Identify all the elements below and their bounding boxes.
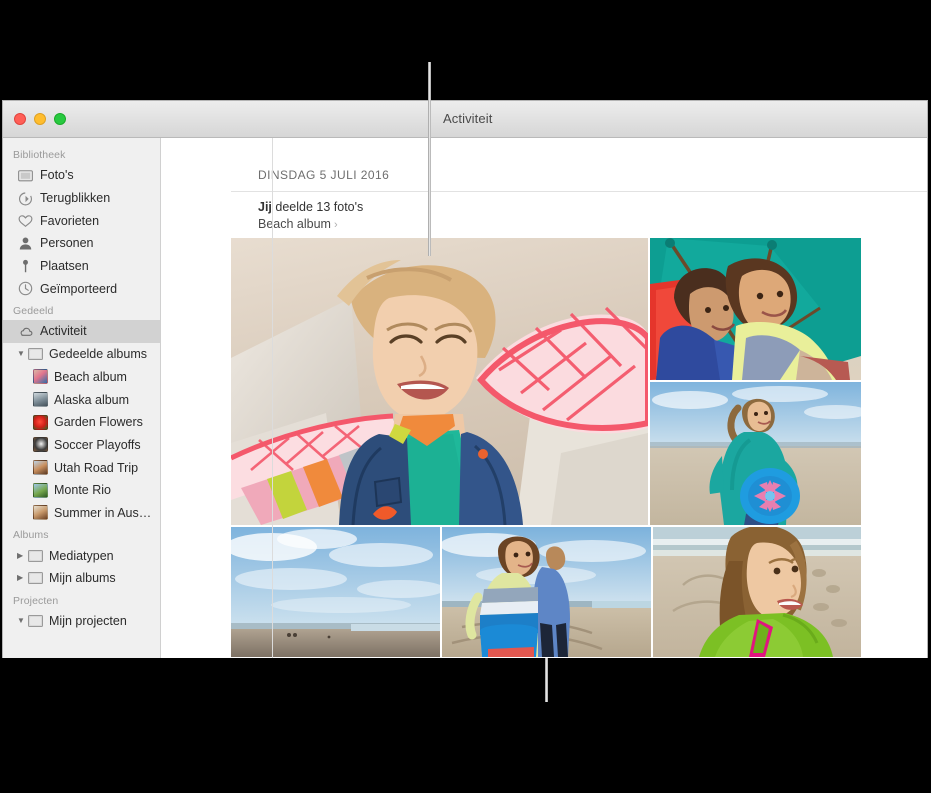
- album-thumbnail-icon: [33, 437, 48, 452]
- sidebar-item-label: Mijn albums: [49, 571, 116, 585]
- sidebar-item-monte-rio[interactable]: Monte Rio: [3, 479, 160, 502]
- sidebar-item-beach-album[interactable]: Beach album: [3, 366, 160, 389]
- sidebar-item-label: Geïmporteerd: [40, 282, 117, 296]
- sidebar-item-plaatsen[interactable]: Plaatsen: [3, 255, 160, 278]
- cloud-icon: [17, 323, 34, 340]
- photos-icon: [17, 167, 34, 184]
- sidebar-section-projecten: Projecten: [3, 590, 160, 610]
- photo-mother-and-son-under-kite[interactable]: [650, 238, 861, 380]
- sidebar-item-label: Summer in Aus…: [54, 506, 151, 520]
- sidebar-item-label: Favorieten: [40, 214, 99, 228]
- sidebar-item-personen[interactable]: Personen: [3, 232, 160, 255]
- sidebar-item-mijn-projecten[interactable]: ▼ Mijn projecten: [3, 610, 160, 633]
- album-thumbnail-icon: [33, 505, 48, 520]
- sidebar-item-utah-road-trip[interactable]: Utah Road Trip: [3, 456, 160, 479]
- screenshot-root: Activiteit Bibliotheek Foto's Terugblikk…: [0, 0, 931, 793]
- photo-grid: [231, 238, 861, 658]
- folder-icon: [28, 348, 43, 360]
- photo-empty-beach-with-clouds[interactable]: [231, 527, 440, 657]
- sidebar-item-terugblikken[interactable]: Terugblikken: [3, 187, 160, 210]
- pin-icon: [17, 258, 34, 275]
- content-vertical-divider: [272, 138, 273, 658]
- photo-girl-with-towel-on-beach[interactable]: [231, 238, 648, 525]
- sidebar[interactable]: Bibliotheek Foto's Terugblikken Favoriet…: [3, 138, 161, 658]
- sidebar-item-label: Gedeelde albums: [49, 347, 147, 361]
- callout-line-title: [428, 62, 431, 256]
- album-thumbnail-icon: [33, 369, 48, 384]
- album-link-label: Beach album: [258, 217, 331, 231]
- sidebar-item-mijn-albums[interactable]: ▶ Mijn albums: [3, 567, 160, 590]
- album-link[interactable]: Beach album›: [258, 217, 338, 231]
- minimize-button[interactable]: [34, 113, 46, 125]
- album-thumbnail-icon: [33, 392, 48, 407]
- sidebar-section-bibliotheek: Bibliotheek: [3, 144, 160, 164]
- sidebar-item-activiteit[interactable]: Activiteit: [3, 320, 160, 343]
- photo-girl-with-frisbee[interactable]: [650, 382, 861, 525]
- sidebar-section-gedeeld: Gedeeld: [3, 300, 160, 320]
- folder-icon: [28, 550, 43, 562]
- chevron-down-icon[interactable]: ▼: [17, 350, 26, 358]
- photo-grid-row: [231, 238, 861, 525]
- sidebar-item-favorieten[interactable]: Favorieten: [3, 209, 160, 232]
- person-icon: [17, 235, 34, 252]
- sidebar-item-label: Mijn projecten: [49, 614, 127, 628]
- chevron-down-icon[interactable]: ▼: [17, 617, 26, 625]
- sidebar-item-label: Soccer Playoffs: [54, 438, 141, 452]
- window-title: Activiteit: [443, 111, 492, 126]
- zoom-button[interactable]: [54, 113, 66, 125]
- sidebar-item-label: Garden Flowers: [54, 415, 143, 429]
- sidebar-item-garden-flowers[interactable]: Garden Flowers: [3, 411, 160, 434]
- photo-grid-right-column: [650, 238, 861, 525]
- activity-date-header: DINSDAG 5 JULI 2016: [258, 168, 389, 182]
- sidebar-item-label: Monte Rio: [54, 483, 111, 497]
- folder-icon: [28, 615, 43, 627]
- window-titlebar: Activiteit: [3, 101, 927, 138]
- sidebar-item-alaska-album[interactable]: Alaska album: [3, 388, 160, 411]
- share-author: Jij: [258, 200, 272, 214]
- photo-grid-row: [231, 527, 861, 657]
- activity-content-area: DINSDAG 5 JULI 2016 Jij deelde 13 foto's…: [161, 138, 928, 658]
- sidebar-item-gedeelde-albums[interactable]: ▼ Gedeelde albums: [3, 343, 160, 366]
- album-thumbnail-icon: [33, 460, 48, 475]
- divider: [231, 191, 928, 192]
- sidebar-item-label: Terugblikken: [40, 191, 110, 205]
- sidebar-item-label: Beach album: [54, 370, 127, 384]
- sidebar-section-albums: Albums: [3, 524, 160, 544]
- share-description: Jij deelde 13 foto's: [258, 200, 363, 214]
- sidebar-item-geimporteerd[interactable]: Geïmporteerd: [3, 277, 160, 300]
- photos-app-window: Activiteit Bibliotheek Foto's Terugblikk…: [2, 100, 928, 658]
- folder-icon: [28, 572, 43, 584]
- traffic-light-group: [14, 113, 66, 125]
- memories-icon: [17, 190, 34, 207]
- sidebar-item-label: Personen: [40, 236, 94, 250]
- photo-girl-in-green-jacket[interactable]: [653, 527, 861, 657]
- sidebar-item-mediatypen[interactable]: ▶ Mediatypen: [3, 544, 160, 567]
- close-button[interactable]: [14, 113, 26, 125]
- sidebar-item-summer-in-aus[interactable]: Summer in Aus…: [3, 502, 160, 525]
- sidebar-item-label: Plaatsen: [40, 259, 89, 273]
- chevron-right-icon: ›: [334, 219, 338, 231]
- heart-icon: [17, 212, 34, 229]
- sidebar-item-label: Foto's: [40, 168, 74, 182]
- sidebar-item-soccer-playoffs[interactable]: Soccer Playoffs: [3, 434, 160, 457]
- share-action: deelde 13 foto's: [272, 200, 363, 214]
- sidebar-item-label: Activiteit: [40, 324, 87, 338]
- sidebar-item-fotos[interactable]: Foto's: [3, 164, 160, 187]
- chevron-right-icon[interactable]: ▶: [17, 552, 26, 560]
- clock-icon: [17, 280, 34, 297]
- chevron-right-icon[interactable]: ▶: [17, 574, 26, 582]
- album-thumbnail-icon: [33, 483, 48, 498]
- sidebar-item-label: Alaska album: [54, 393, 129, 407]
- photo-two-kids-walking-on-beach[interactable]: [442, 527, 651, 657]
- callout-line-photos: [545, 658, 548, 702]
- sidebar-item-label: Utah Road Trip: [54, 461, 138, 475]
- album-thumbnail-icon: [33, 415, 48, 430]
- sidebar-item-label: Mediatypen: [49, 549, 114, 563]
